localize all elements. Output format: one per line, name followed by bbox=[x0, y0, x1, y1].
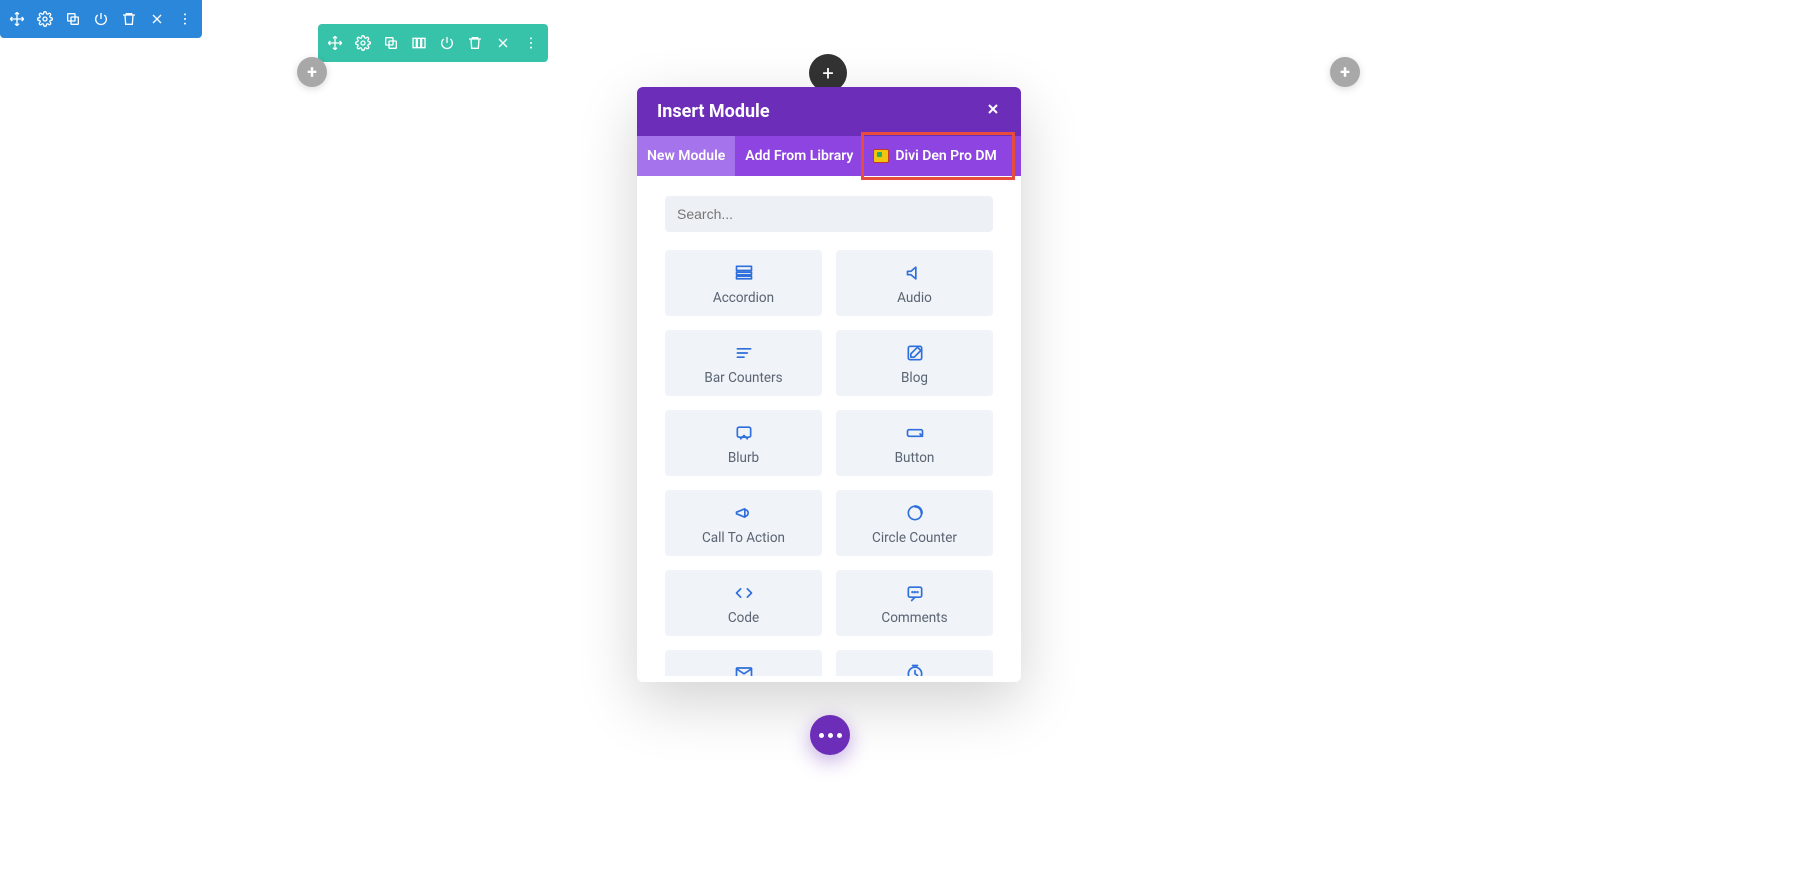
more-icon[interactable] bbox=[172, 6, 198, 32]
trash-icon[interactable] bbox=[462, 30, 488, 56]
module-label: Bar Counters bbox=[671, 370, 816, 386]
close-icon[interactable] bbox=[144, 6, 170, 32]
add-module-right-button[interactable]: + bbox=[1330, 57, 1360, 87]
module-option[interactable]: Blurb bbox=[665, 410, 822, 476]
module-option[interactable]: Countdown Timer bbox=[836, 650, 993, 676]
tab-add-from-library[interactable]: Add From Library bbox=[735, 136, 863, 176]
button-icon bbox=[842, 422, 987, 444]
blog-icon bbox=[842, 342, 987, 364]
timer-icon bbox=[842, 662, 987, 676]
more-icon[interactable] bbox=[518, 30, 544, 56]
module-label: Comments bbox=[842, 610, 987, 626]
tab-new-module[interactable]: New Module bbox=[637, 136, 735, 176]
divi-den-icon bbox=[873, 149, 889, 163]
close-icon[interactable] bbox=[985, 101, 1001, 122]
envelope-icon bbox=[671, 662, 816, 676]
module-label: Audio bbox=[842, 290, 987, 306]
insert-module-modal: Insert Module New Module Add From Librar… bbox=[637, 87, 1021, 682]
module-label: Code bbox=[671, 610, 816, 626]
duplicate-icon[interactable] bbox=[378, 30, 404, 56]
module-label: Circle Counter bbox=[842, 530, 987, 546]
module-option[interactable]: Audio bbox=[836, 250, 993, 316]
modal-tabs: New Module Add From Library Divi Den Pro… bbox=[637, 136, 1021, 176]
module-label: Call To Action bbox=[671, 530, 816, 546]
module-option[interactable]: Button bbox=[836, 410, 993, 476]
code-icon bbox=[671, 582, 816, 604]
move-icon[interactable] bbox=[322, 30, 348, 56]
comments-icon bbox=[842, 582, 987, 604]
gear-icon[interactable] bbox=[32, 6, 58, 32]
module-grid: Accordion Audio Bar Counters Blog Blurb Butto… bbox=[665, 250, 993, 676]
megaphone-icon bbox=[671, 502, 816, 524]
dots-icon bbox=[819, 733, 842, 738]
module-option[interactable]: Code bbox=[665, 570, 822, 636]
page-settings-fab[interactable] bbox=[810, 715, 850, 755]
circle-counter-icon bbox=[842, 502, 987, 524]
tab-divi-den-label: Divi Den Pro DM bbox=[895, 148, 996, 164]
modal-body: Accordion Audio Bar Counters Blog Blurb Butto… bbox=[637, 176, 1021, 676]
blurb-icon bbox=[671, 422, 816, 444]
move-icon[interactable] bbox=[4, 6, 30, 32]
duplicate-icon[interactable] bbox=[60, 6, 86, 32]
trash-icon[interactable] bbox=[116, 6, 142, 32]
modal-header: Insert Module bbox=[637, 87, 1021, 136]
power-icon[interactable] bbox=[88, 6, 114, 32]
module-label: Blurb bbox=[671, 450, 816, 466]
tab-divi-den-pro[interactable]: Divi Den Pro DM bbox=[863, 136, 1006, 176]
columns-icon[interactable] bbox=[406, 30, 432, 56]
modal-title: Insert Module bbox=[657, 101, 770, 122]
section-toolbar-blue bbox=[0, 0, 202, 38]
audio-icon bbox=[842, 262, 987, 284]
row-toolbar-green bbox=[318, 24, 548, 62]
module-label: Accordion bbox=[671, 290, 816, 306]
close-icon[interactable] bbox=[490, 30, 516, 56]
bars-icon bbox=[671, 342, 816, 364]
search-input[interactable] bbox=[665, 196, 993, 232]
module-option[interactable]: Bar Counters bbox=[665, 330, 822, 396]
module-option[interactable]: Blog bbox=[836, 330, 993, 396]
module-option[interactable]: Circle Counter bbox=[836, 490, 993, 556]
module-option[interactable]: Contact Form bbox=[665, 650, 822, 676]
module-option[interactable]: Call To Action bbox=[665, 490, 822, 556]
module-label: Button bbox=[842, 450, 987, 466]
power-icon[interactable] bbox=[434, 30, 460, 56]
module-label: Blog bbox=[842, 370, 987, 386]
add-module-left-button[interactable]: + bbox=[297, 57, 327, 87]
gear-icon[interactable] bbox=[350, 30, 376, 56]
accordion-icon bbox=[671, 262, 816, 284]
module-option[interactable]: Accordion bbox=[665, 250, 822, 316]
module-option[interactable]: Comments bbox=[836, 570, 993, 636]
